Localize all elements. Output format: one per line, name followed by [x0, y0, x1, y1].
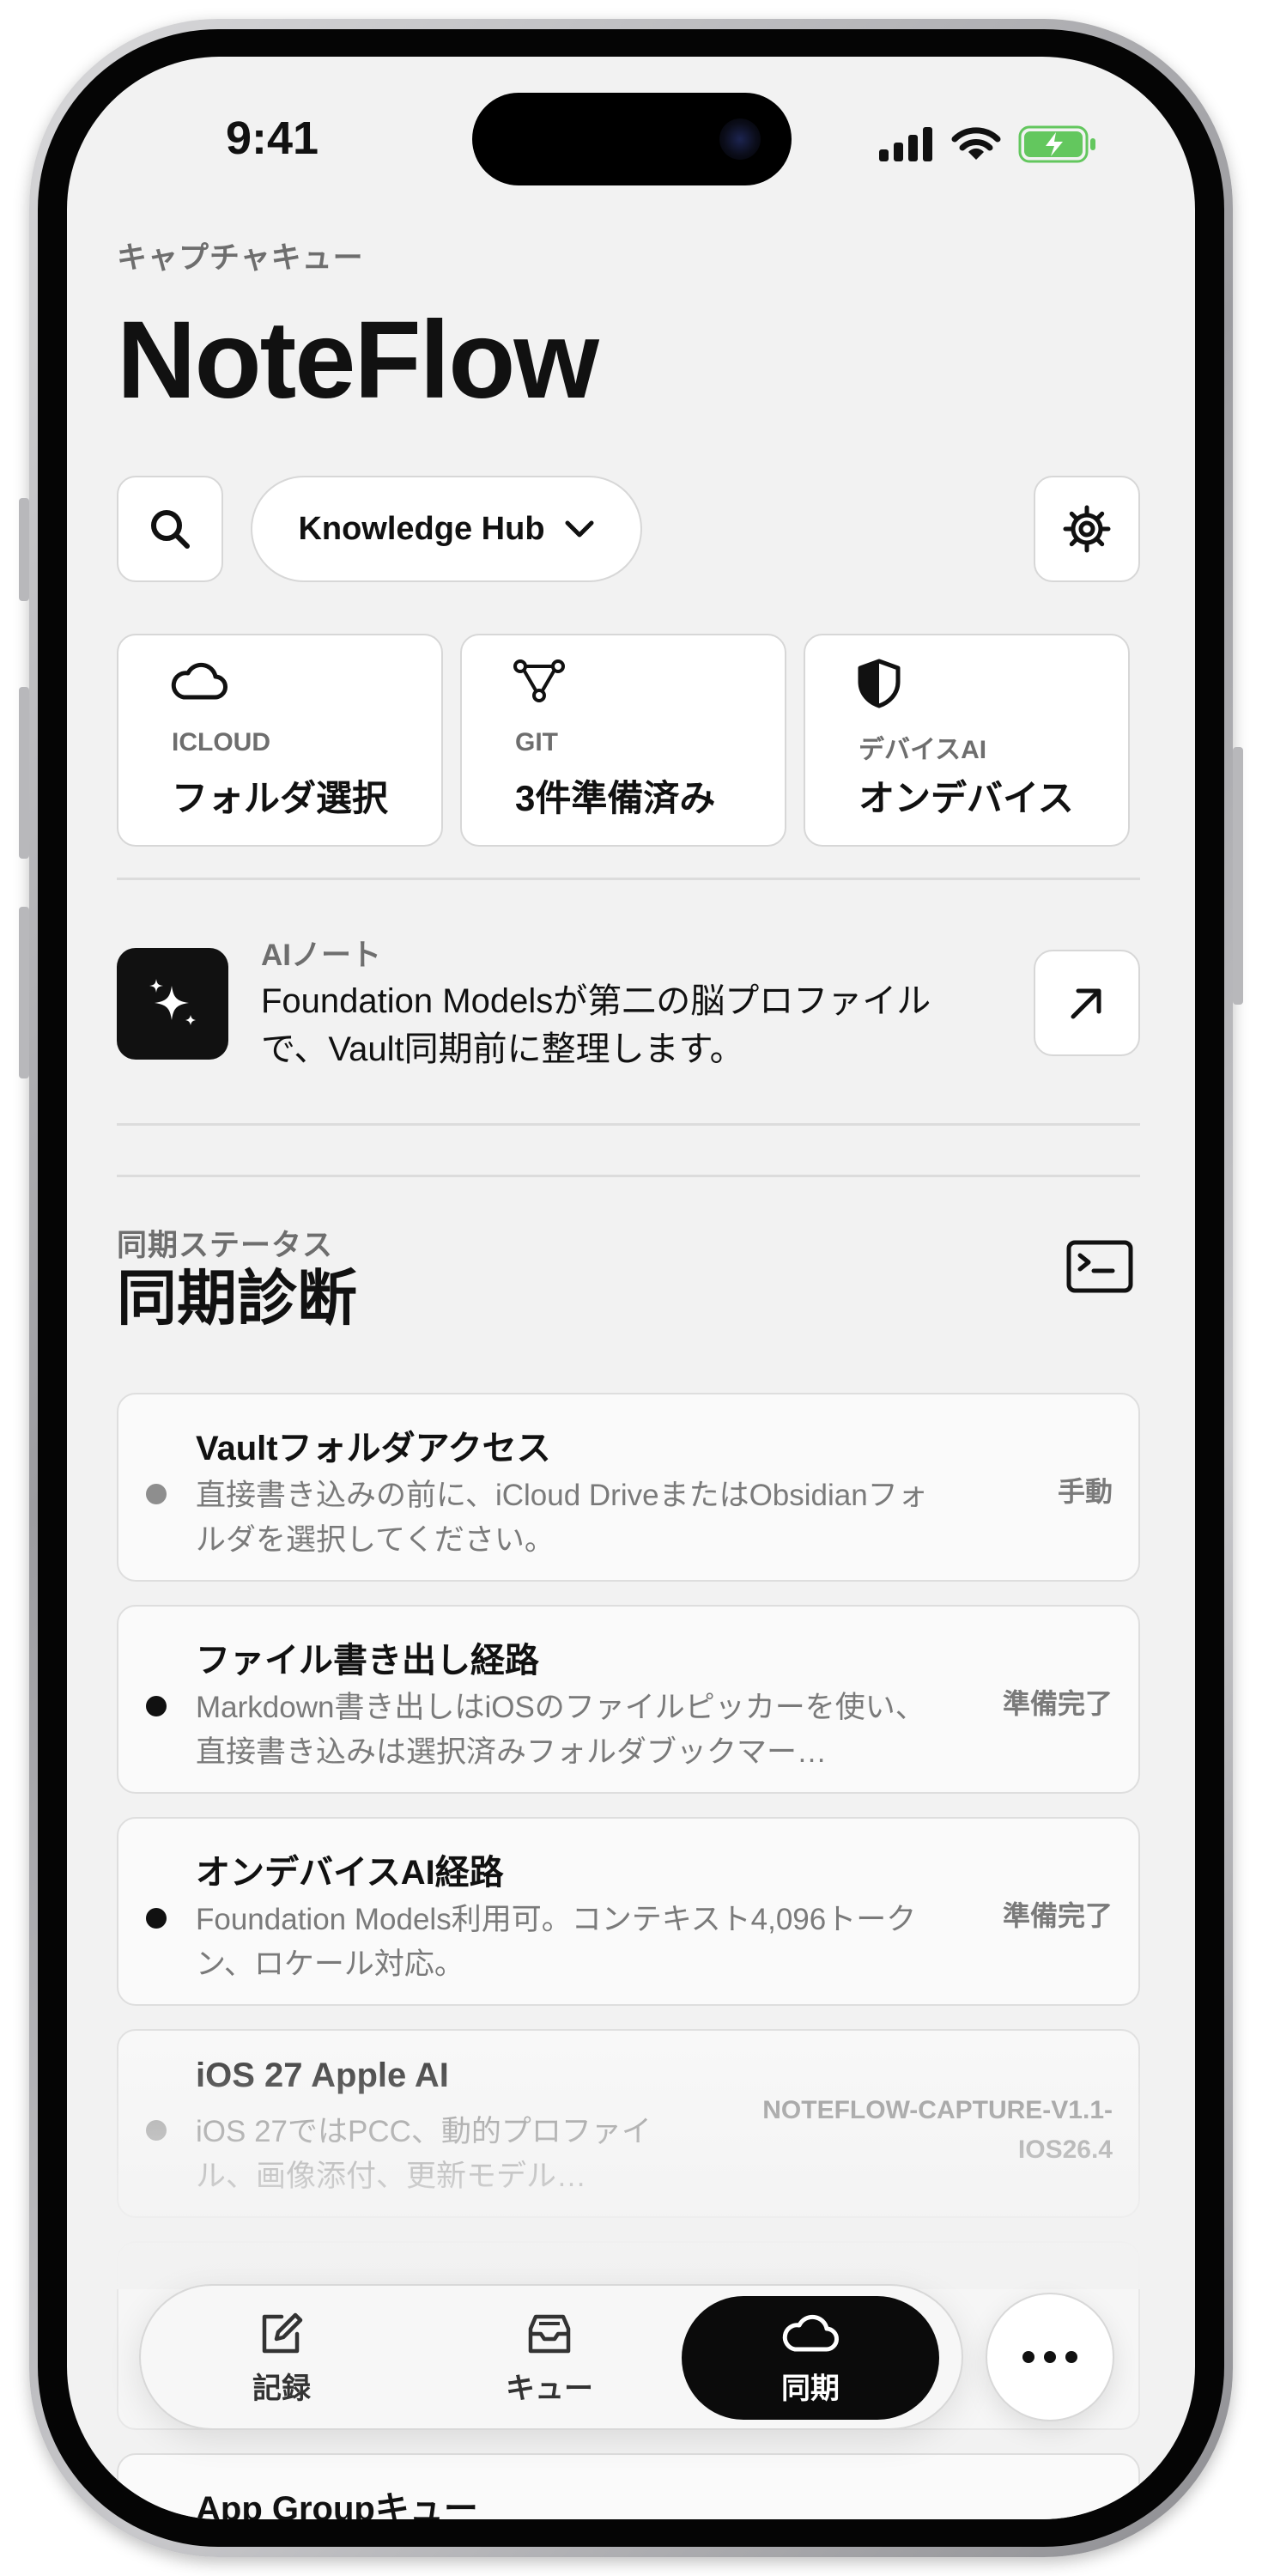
terminal-button[interactable] — [1066, 1240, 1133, 1297]
row-title: iOS 27 Apple AI — [196, 2057, 449, 2094]
ai-note-open-button[interactable] — [1034, 950, 1140, 1056]
row-description: Foundation Models利用可。コンテキスト4,096トークン、ロケー… — [196, 1903, 917, 1981]
row-title: Vaultフォルダアクセス — [196, 1430, 551, 1467]
sync-row-on-device-ai[interactable]: オンデバイスAI経路 Foundation Models利用可。コンテキスト4,… — [117, 1817, 1140, 2006]
volume-down-button — [19, 907, 29, 1078]
row-status: 準備完了 — [1002, 1688, 1113, 1719]
shield-icon — [858, 659, 901, 708]
icloud-card-label: ICLOUD — [172, 728, 270, 756]
row-title: App Groupキュー — [196, 2490, 478, 2519]
sync-row-app-group-queue[interactable]: App Groupキュー — [117, 2453, 1140, 2519]
front-camera — [719, 118, 761, 160]
dynamic-island — [472, 93, 792, 185]
gear-icon — [1063, 505, 1111, 553]
git-card[interactable]: GIT 3件準備済み — [460, 634, 786, 847]
sync-row-ios27-apple-ai[interactable]: iOS 27 Apple AI iOS 27ではPCC、動的プロファイル、画像添… — [117, 2029, 1140, 2218]
ai-note-body: Foundation Modelsが第二の脳プロファイルで、Vault同期前に整… — [261, 982, 931, 1068]
row-description: iOS 27ではPCC、動的プロファイル、画像添付、更新モデル… — [196, 2115, 652, 2193]
git-card-value: 3件準備済み — [515, 778, 716, 818]
terminal-icon — [1066, 1240, 1133, 1293]
arrow-up-right-icon — [1071, 988, 1101, 1019]
wifi-icon — [951, 127, 1001, 160]
cloud-icon — [171, 662, 228, 700]
status-dot — [146, 1908, 167, 1929]
sync-section-title: 同期診断 — [117, 1265, 357, 1332]
ai-note-label: AIノート — [261, 939, 382, 972]
row-status: 準備完了 — [1002, 1900, 1113, 1931]
section-eyebrow: キャプチャキュー — [117, 241, 364, 275]
device-ai-card[interactable]: デバイスAI オンデバイス — [804, 634, 1130, 847]
status-dot — [146, 1484, 167, 1504]
divider — [117, 878, 1140, 880]
signal-icon — [879, 127, 932, 161]
chevron-down-icon — [565, 520, 594, 538]
tab-label: 記録 — [252, 2372, 311, 2405]
power-button — [1233, 747, 1243, 1005]
more-button[interactable] — [986, 2293, 1114, 2421]
tray-icon — [528, 2314, 571, 2353]
search-icon — [151, 510, 190, 549]
app-screen: 9:41 キャプチャキュー NoteFlow Knowledge Hub ICL… — [67, 57, 1195, 2519]
search-button[interactable] — [117, 476, 223, 582]
git-branch-icon — [513, 659, 565, 702]
tab-bar: 記録 キュー 同期 — [139, 2284, 963, 2430]
vault-selector-button[interactable]: Knowledge Hub — [251, 476, 642, 582]
action-button — [19, 498, 29, 601]
sync-row-vault-access[interactable]: Vaultフォルダアクセス 直接書き込みの前に、iCloud DriveまたはO… — [117, 1393, 1140, 1582]
status-time: 9:41 — [226, 112, 319, 164]
row-title: ファイル書き出し経路 — [196, 1642, 539, 1680]
row-status: NOTEFLOW-CAPTURE-V1.1-IOS26.4 — [762, 2096, 1113, 2164]
divider — [117, 1175, 1140, 1177]
sparkles-icon — [149, 979, 196, 1025]
sync-row-file-export[interactable]: ファイル書き出し経路 Markdown書き出しはiOSのファイルピッカーを使い、… — [117, 1605, 1140, 1794]
status-dot — [146, 2120, 167, 2141]
app-title: NoteFlow — [117, 299, 599, 422]
battery-charging-icon — [1018, 125, 1095, 163]
row-title: オンデバイスAI経路 — [196, 1854, 504, 1892]
cloud-icon — [782, 2314, 839, 2351]
tab-label: 同期 — [781, 2372, 840, 2405]
vault-selector-label: Knowledge Hub — [298, 510, 545, 547]
settings-button[interactable] — [1034, 476, 1140, 582]
status-icons — [879, 125, 1097, 163]
icloud-card[interactable]: ICLOUD フォルダ選択 — [117, 634, 443, 847]
tab-record[interactable]: 記録 — [153, 2296, 410, 2420]
tab-label: キュー — [506, 2372, 593, 2405]
device-ai-card-value: オンデバイス — [859, 778, 1074, 818]
device-ai-card-label: デバイスAI — [859, 736, 987, 764]
tab-sync[interactable]: 同期 — [682, 2296, 939, 2420]
git-card-label: GIT — [515, 728, 558, 756]
compose-icon — [262, 2312, 303, 2353]
row-description: 直接書き込みの前に、iCloud DriveまたはObsidianフォルダを選択… — [196, 1479, 928, 1557]
ai-sparkle-badge — [117, 948, 228, 1060]
icloud-card-value: フォルダ選択 — [172, 778, 389, 818]
divider — [117, 1123, 1140, 1126]
row-description: Markdown書き出しはiOSのファイルピッカーを使い、直接書き込みは選択済み… — [196, 1691, 925, 1769]
row-status: 手動 — [1057, 1476, 1113, 1507]
tab-queue[interactable]: キュー — [421, 2296, 678, 2420]
ellipsis-icon — [1022, 2351, 1077, 2363]
volume-up-button — [19, 687, 29, 859]
status-dot — [146, 1696, 167, 1716]
